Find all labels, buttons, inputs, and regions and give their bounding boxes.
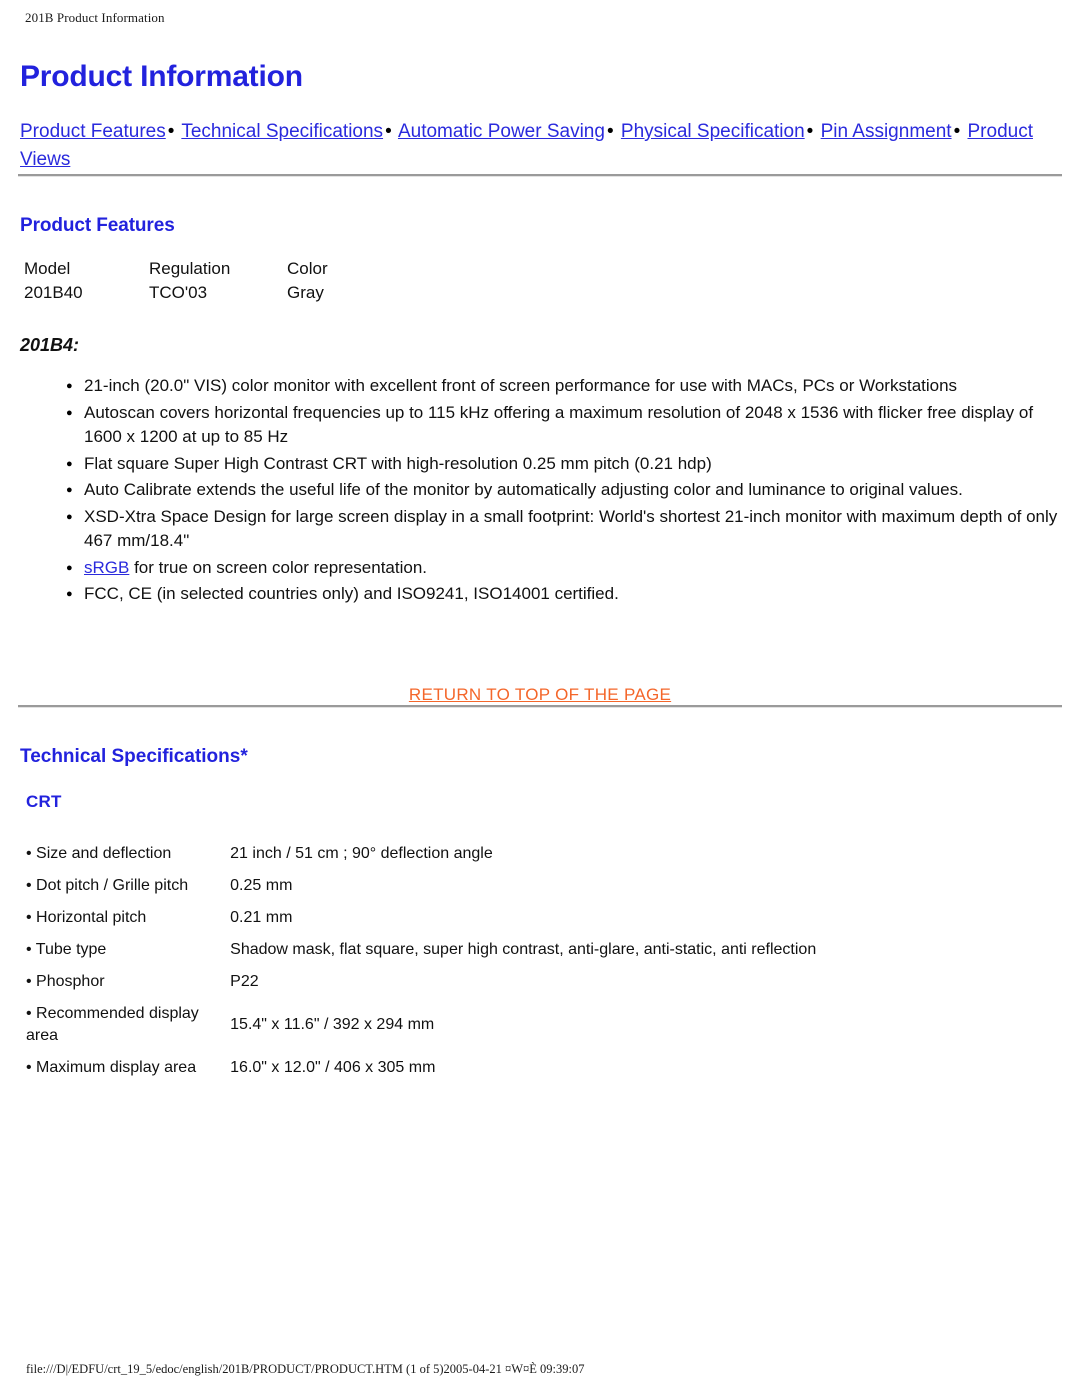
spec-value: Shadow mask, flat square, super high con… bbox=[230, 940, 817, 958]
page-title: Product Information bbox=[20, 60, 303, 93]
list-item: Autoscan covers horizontal frequencies u… bbox=[66, 400, 1062, 450]
page-content: Product Information Product Features • Te… bbox=[18, 60, 1062, 1084]
cell-color: Gray bbox=[287, 283, 324, 302]
list-item: 21-inch (20.0" VIS) color monitor with e… bbox=[66, 373, 1062, 398]
spec-key: • Maximum display area bbox=[26, 1058, 197, 1076]
cell-model: 201B40 bbox=[24, 283, 83, 302]
list-item: Auto Calibrate extends the useful life o… bbox=[66, 477, 1062, 502]
spec-key: • Size and deflection bbox=[26, 844, 172, 862]
nav-link-pin-assignment[interactable]: Pin Assignment bbox=[821, 121, 952, 142]
list-item-text: 21-inch (20.0" VIS) color monitor with e… bbox=[84, 376, 958, 395]
list-item-text: Flat square Super High Contrast CRT with… bbox=[84, 453, 712, 473]
list-item: FCC, CE (in selected countries only) and… bbox=[66, 581, 1062, 606]
column-header-model: Model bbox=[24, 259, 71, 278]
spec-value: 15.4" x 11.6" / 392 x 294 mm bbox=[230, 1015, 435, 1033]
nav-link-product-features[interactable]: Product Features bbox=[20, 121, 166, 142]
list-item: sRGB for true on screen color representa… bbox=[66, 555, 1062, 580]
table-row: • Phosphor P22 bbox=[26, 966, 1056, 998]
cell-regulation: TCO'03 bbox=[149, 283, 208, 302]
spec-key: • Recommended display area bbox=[26, 1004, 199, 1044]
nav-separator: • bbox=[167, 121, 175, 142]
srgb-link[interactable]: sRGB bbox=[84, 558, 129, 577]
list-item-text: FCC, CE (in selected countries only) and… bbox=[84, 584, 619, 603]
list-item-text: Autoscan covers horizontal frequencies u… bbox=[84, 402, 1034, 447]
nav-separator: • bbox=[806, 121, 814, 142]
list-item-text: for true on screen color representation. bbox=[129, 557, 428, 577]
spec-value: 21 inch / 51 cm ; 90° deflection angle bbox=[230, 844, 493, 862]
product-features-list: 21-inch (20.0" VIS) color monitor with e… bbox=[18, 373, 1062, 606]
list-item-text: Auto Calibrate extends the useful life o… bbox=[84, 480, 963, 499]
spec-value: P22 bbox=[230, 972, 259, 990]
table-row: • Horizontal pitch 0.21 mm bbox=[26, 902, 1056, 934]
table-header-row: Model Regulation Color bbox=[24, 257, 427, 281]
nav-separator: • bbox=[953, 121, 961, 142]
table-row: • Recommended display area 15.4" x 11.6"… bbox=[26, 998, 1056, 1052]
spec-key: • Dot pitch / Grille pitch bbox=[26, 876, 189, 894]
technical-specifications-heading: Technical Specifications* bbox=[20, 745, 248, 767]
column-header-regulation: Regulation bbox=[149, 259, 231, 278]
return-to-top-link[interactable]: RETURN TO TOP OF THE PAGE bbox=[409, 685, 671, 704]
spec-key: • Horizontal pitch bbox=[26, 908, 147, 926]
spec-value: 0.21 mm bbox=[230, 908, 293, 926]
column-header-color: Color bbox=[287, 259, 328, 278]
list-item-text: XSD-Xtra Space Design for large screen d… bbox=[84, 506, 1058, 551]
section-divider bbox=[18, 704, 1062, 708]
crt-specifications-table: • Size and deflection 21 inch / 51 cm ; … bbox=[26, 838, 1056, 1084]
nav-link-technical-specifications[interactable]: Technical Specifications bbox=[181, 121, 383, 142]
table-row: • Dot pitch / Grille pitch 0.25 mm bbox=[26, 870, 1056, 902]
nav-separator: • bbox=[385, 121, 392, 142]
spec-group-heading-crt: CRT bbox=[26, 791, 62, 811]
return-to-top-container: RETURN TO TOP OF THE PAGE bbox=[18, 685, 1062, 705]
running-header: 201B Product Information bbox=[25, 10, 165, 25]
nav-link-automatic-power-saving[interactable]: Automatic Power Saving bbox=[398, 121, 605, 142]
list-item: Flat square Super High Contrast CRT with… bbox=[66, 451, 1062, 476]
nav-separator: • bbox=[606, 121, 614, 142]
table-row: 201B40 TCO'03 Gray bbox=[24, 281, 427, 305]
product-features-table: Model Regulation Color 201B40 TCO'03 Gra… bbox=[24, 257, 427, 305]
product-features-heading: Product Features bbox=[20, 215, 175, 236]
model-label: 201B4: bbox=[20, 335, 80, 355]
spec-value: 0.25 mm bbox=[230, 876, 293, 894]
table-row: • Tube type Shadow mask, flat square, su… bbox=[26, 934, 1056, 966]
spec-value: 16.0" x 12.0" / 406 x 305 mm bbox=[230, 1058, 436, 1076]
section-nav: Product Features • Technical Specificatio… bbox=[20, 118, 1060, 174]
section-divider bbox=[18, 174, 1062, 177]
spec-key: • Tube type bbox=[26, 940, 107, 958]
table-row: • Maximum display area 16.0" x 12.0" / 4… bbox=[26, 1052, 1056, 1084]
page-footer-path: file:///D|/EDFU/crt_19_5/edoc/english/20… bbox=[26, 1362, 585, 1376]
spec-key: • Phosphor bbox=[26, 972, 105, 990]
list-item: XSD-Xtra Space Design for large screen d… bbox=[66, 504, 1062, 554]
nav-link-physical-specification[interactable]: Physical Specification bbox=[621, 121, 805, 142]
table-row: • Size and deflection 21 inch / 51 cm ; … bbox=[26, 838, 1056, 870]
